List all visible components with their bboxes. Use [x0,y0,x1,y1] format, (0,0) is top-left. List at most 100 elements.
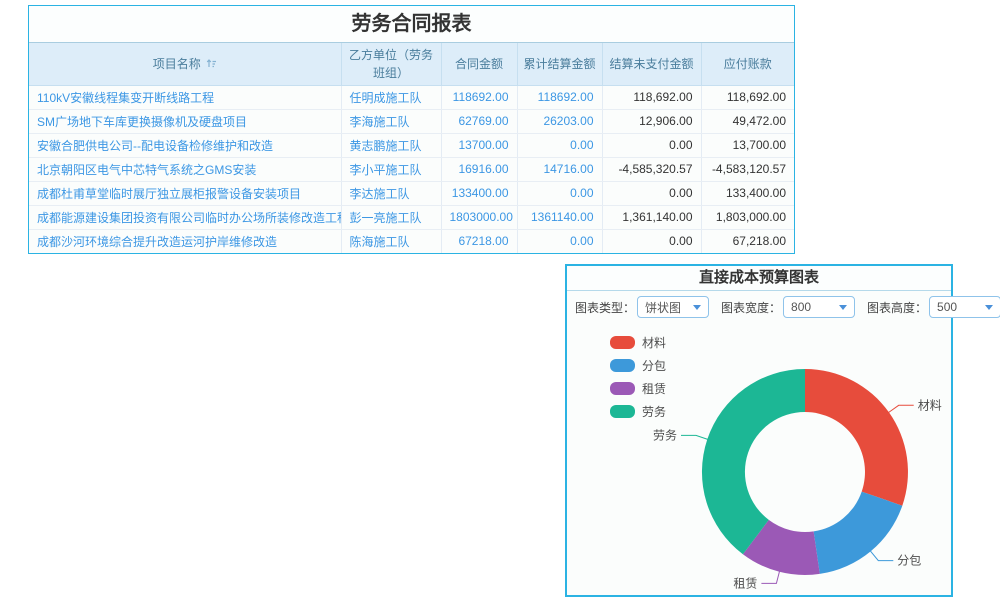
chart-height-label: 图表高度： [867,299,927,316]
table-row: 成都杜甫草堂临时展厅独立展柜报警设备安装项目李达施工队133400.000.00… [29,181,794,205]
legend-swatch [610,359,635,372]
chart-controls: 图表类型： 饼状图 图表宽度： 800 图表高度： 500 [567,291,951,323]
label-line-材料 [887,405,913,413]
contract-amount-cell: 13700.00 [441,133,517,157]
contract-amount-cell: 16916.00 [441,157,517,181]
chart-height-select[interactable]: 500 [929,296,1000,318]
party-b-link[interactable]: 任明成施工队 [341,85,441,109]
chart-width-control: 图表宽度： 800 [721,296,855,318]
slice-label-材料: 材料 [918,398,942,412]
unpaid-amount-cell: 1,361,140.00 [602,205,701,229]
settled-amount-cell: 0.00 [517,133,602,157]
payable-cell: 133,400.00 [701,181,794,205]
legend-item-材料[interactable]: 材料 [610,334,666,351]
project-name-link[interactable]: 安徽合肥供电公司--配电设备检修维护和改造 [29,133,341,157]
settled-amount-cell: 26203.00 [517,109,602,133]
unpaid-amount-cell: 118,692.00 [602,85,701,109]
chart-width-value: 800 [791,300,811,314]
pie-slice-材料[interactable] [805,369,908,506]
column-header-label: 项目名称 [153,55,201,73]
table-row: 北京朝阳区电气中芯特气系统之GMS安装李小平施工队16916.0014716.0… [29,157,794,181]
chart-height-control: 图表高度： 500 [867,296,1000,318]
party-b-link[interactable]: 彭一亮施工队 [341,205,441,229]
party-b-link[interactable]: 陈海施工队 [341,229,441,253]
report-title: 劳务合同报表 [29,6,794,43]
unpaid-amount-cell: 0.00 [602,133,701,157]
chart-title: 直接成本预算图表 [567,266,951,291]
pie-slice-分包[interactable] [814,492,903,574]
legend-item-分包[interactable]: 分包 [610,357,666,374]
sort-icon[interactable] [206,58,217,69]
chart-type-value: 饼状图 [645,299,681,316]
project-name-link[interactable]: 成都能源建设集团投资有限公司临时办公场所装修改造工程EPC [29,205,341,229]
chart-type-control: 图表类型： 饼状图 [575,296,709,318]
chevron-down-icon [693,305,701,310]
chart-width-select[interactable]: 800 [783,296,855,318]
report-table-body: 110kV安徽线程集变开断线路工程任明成施工队118692.00118692.0… [29,85,794,253]
slice-label-劳务: 劳务 [653,427,677,442]
payable-cell: 67,218.00 [701,229,794,253]
settled-amount-cell: 14716.00 [517,157,602,181]
legend-swatch [610,405,635,418]
payable-cell: 1,803,000.00 [701,205,794,229]
contract-amount-cell: 62769.00 [441,109,517,133]
chart-type-select[interactable]: 饼状图 [637,296,709,318]
label-line-分包 [869,550,893,561]
contract-amount-cell: 133400.00 [441,181,517,205]
settled-amount-cell: 0.00 [517,181,602,205]
table-row: 110kV安徽线程集变开断线路工程任明成施工队118692.00118692.0… [29,85,794,109]
table-header-row: 项目名称 乙方单位（劳务班组） 合同金额 累计结算金额 结算未支付金 [29,43,794,85]
chart-height-value: 500 [937,300,957,314]
direct-cost-chart-panel: 直接成本预算图表 图表类型： 饼状图 图表宽度： 800 图表高度： 500 [565,264,953,597]
project-name-link[interactable]: 成都沙河环境综合提升改造运河护岸维修改造 [29,229,341,253]
unpaid-amount-cell: 0.00 [602,229,701,253]
column-header-project-name[interactable]: 项目名称 [29,43,341,85]
legend-label: 分包 [642,357,666,374]
legend-swatch [610,382,635,395]
project-name-link[interactable]: 成都杜甫草堂临时展厅独立展柜报警设备安装项目 [29,181,341,205]
legend-label: 劳务 [642,403,666,420]
table-row: 成都能源建设集团投资有限公司临时办公场所装修改造工程EPC彭一亮施工队18030… [29,205,794,229]
payable-cell: -4,583,120.57 [701,157,794,181]
unpaid-amount-cell: -4,585,320.57 [602,157,701,181]
settled-amount-cell: 118692.00 [517,85,602,109]
column-header-party-b: 乙方单位（劳务班组） [341,43,441,85]
label-line-租赁 [761,570,780,584]
chart-type-label: 图表类型： [575,299,635,316]
chevron-down-icon [985,305,993,310]
settled-amount-cell: 1361140.00 [517,205,602,229]
pie-slice-劳务[interactable] [702,369,805,554]
payable-cell: 118,692.00 [701,85,794,109]
party-b-link[interactable]: 李达施工队 [341,181,441,205]
payable-cell: 49,472.00 [701,109,794,133]
settled-amount-cell: 0.00 [517,229,602,253]
chart-width-label: 图表宽度： [721,299,781,316]
table-row: 成都沙河环境综合提升改造运河护岸维修改造陈海施工队67218.000.000.0… [29,229,794,253]
payable-cell: 13,700.00 [701,133,794,157]
legend-swatch [610,336,635,349]
legend-item-租赁[interactable]: 租赁 [610,380,666,397]
legend-label: 租赁 [642,380,666,397]
party-b-link[interactable]: 李海施工队 [341,109,441,133]
legend-label: 材料 [642,334,666,351]
project-name-link[interactable]: 110kV安徽线程集变开断线路工程 [29,85,341,109]
party-b-link[interactable]: 黄志鹏施工队 [341,133,441,157]
labor-contract-report-panel: 劳务合同报表 项目名称 [28,5,795,254]
column-header-payable: 应付账款 [701,43,794,85]
report-table: 项目名称 乙方单位（劳务班组） 合同金额 累计结算金额 结算未支付金 [29,43,794,253]
label-line-劳务 [681,435,709,440]
contract-amount-cell: 67218.00 [441,229,517,253]
party-b-link[interactable]: 李小平施工队 [341,157,441,181]
contract-amount-cell: 1803000.00 [441,205,517,229]
slice-label-分包: 分包 [897,554,921,568]
unpaid-amount-cell: 12,906.00 [602,109,701,133]
table-row: SM广场地下车库更换摄像机及硬盘项目李海施工队62769.0026203.001… [29,109,794,133]
chevron-down-icon [839,305,847,310]
screen: 劳务合同报表 项目名称 [0,0,1000,600]
project-name-link[interactable]: 北京朝阳区电气中芯特气系统之GMS安装 [29,157,341,181]
table-row: 安徽合肥供电公司--配电设备检修维护和改造黄志鹏施工队13700.000.000… [29,133,794,157]
legend-item-劳务[interactable]: 劳务 [610,403,666,420]
project-name-link[interactable]: SM广场地下车库更换摄像机及硬盘项目 [29,109,341,133]
column-header-settled-amount: 累计结算金额 [517,43,602,85]
slice-label-租赁: 租赁 [733,576,757,590]
